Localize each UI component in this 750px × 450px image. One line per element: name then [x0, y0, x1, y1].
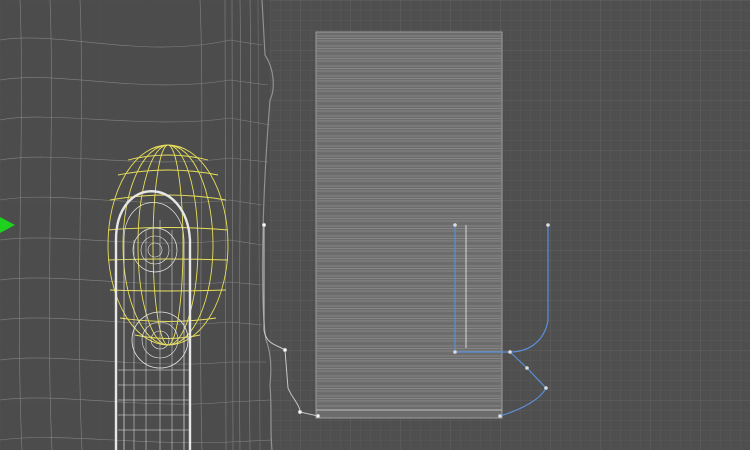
striped-panel-mesh[interactable] — [315, 31, 503, 419]
background-wireframe-mesh[interactable] — [0, 0, 274, 450]
3d-viewport[interactable] — [0, 0, 750, 450]
